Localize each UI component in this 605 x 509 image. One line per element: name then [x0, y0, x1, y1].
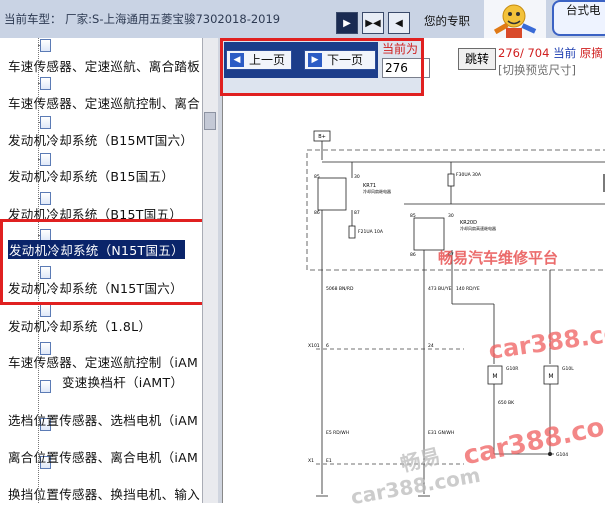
wiring-diagram: B+ KR71 冷却风扇继电器 85 30 86 87 F21UA 10A F3… [224, 104, 605, 509]
wire-label: E31 GN/WH [428, 430, 454, 436]
frame-nav-buttons: ▶ ▶◀ ◀ [336, 12, 410, 34]
relay-kr71 [317, 177, 347, 211]
wire-label: E5 RD/WH [326, 430, 349, 436]
motor-label: M [548, 373, 553, 380]
frame-splitter[interactable] [202, 38, 219, 503]
pin-label: 87 [354, 210, 360, 216]
page-icon [40, 39, 51, 52]
current-text: 当前 [553, 46, 577, 60]
collapse-left-button[interactable]: ◀ [388, 12, 410, 34]
brand-text: 台式电 [566, 3, 601, 17]
jump-button[interactable]: 跳转 [458, 48, 496, 70]
relay-kr71-desc: 冷却风扇继电器 [363, 188, 391, 194]
wire-label: 473 BU/YE [428, 286, 452, 292]
pin-label: 30 [448, 213, 454, 219]
pin-label: 30 [354, 174, 360, 180]
fuse-f21ua [348, 225, 356, 239]
motor-id: G10L [562, 366, 574, 372]
page-icon [40, 380, 51, 393]
relay-kr20d-desc: 冷却风扇高速继电器 [460, 225, 496, 231]
splitter-thumb[interactable] [204, 112, 216, 130]
wire-label: 140 RD/YE [456, 286, 480, 292]
pin-label: 85 [314, 174, 320, 180]
pager-highlight-box [220, 38, 424, 96]
page-icon [40, 77, 51, 90]
fuse-f30ua-label: F30UA 30A [456, 172, 482, 178]
motor-label: M [492, 373, 497, 380]
tree-item[interactable]: 选档位置传感器、选档电机（iAM [8, 410, 198, 429]
watermark: 畅易汽车维修平台 [438, 249, 559, 267]
pin-label: 86 [410, 252, 416, 258]
ad-your-professional-text: 您的专职 [424, 14, 470, 28]
preview-size-toggle[interactable]: [切换预览尺寸] [498, 62, 576, 78]
tree-item[interactable]: 换挡位置传感器、换挡电机、输入 [8, 484, 200, 503]
motor-id: G10R [506, 366, 518, 372]
mascot-logo [484, 0, 546, 38]
original-doc-text: 原摘 [579, 46, 603, 60]
fuse-f30ua [447, 173, 455, 187]
expand-right-button[interactable]: ▶ [336, 12, 358, 34]
tree-item[interactable]: 发动机冷却系统（1.8L） [8, 316, 151, 335]
page-icon [40, 153, 51, 166]
wire-label: 5068 BN/RD [326, 286, 354, 292]
pin-label: 24 [428, 343, 434, 349]
connector-label: X1 [308, 458, 314, 464]
sidebar-highlight-box [0, 219, 213, 305]
page-total: 704 [527, 46, 550, 60]
pin-label: 85 [410, 213, 416, 219]
tree-item[interactable]: 车速传感器、定速巡航、离合踏板 [8, 56, 200, 75]
tree-item[interactable]: 离合位置传感器、离合电机（iAM [8, 447, 198, 466]
fuse-f21ua-label: F21UA 10A [358, 229, 384, 235]
pin-label: 86 [314, 210, 320, 216]
tree-item[interactable]: 变速换档杆（iAMT） [62, 372, 183, 391]
top-strip: 当前车型： 厂家:S-上海通用五菱宝骏7302018-2019 ▶ ▶◀ ◀ 您… [0, 0, 605, 38]
page-icon [40, 116, 51, 129]
relay-kr20d [413, 217, 445, 251]
tree-item[interactable]: 发动机冷却系统（B15MT国六） [8, 130, 193, 149]
pin-label: 6 [326, 343, 329, 349]
page-counter: 276/ 704 当前 原摘 [498, 46, 603, 60]
page-current: 276 [498, 46, 520, 60]
content-border [222, 96, 223, 503]
ground-label: G104 [556, 452, 568, 458]
pin-label: E1 [326, 458, 332, 464]
vehicle-model-label: 当前车型： 厂家:S-上海通用五菱宝骏7302018-2019 [4, 12, 281, 26]
tree-item[interactable]: 发动机冷却系统（B15国五） [8, 166, 174, 185]
connector-label: X101 [308, 343, 320, 349]
tree-item[interactable]: 车速传感器、定速巡航控制（iAM [8, 352, 198, 371]
wire-label: 650 BK [498, 400, 515, 406]
tree-item[interactable]: 车速传感器、定速巡航控制、离合 [8, 93, 200, 112]
split-frames-button[interactable]: ▶◀ [362, 12, 384, 34]
battery-label: B+ [318, 134, 326, 140]
